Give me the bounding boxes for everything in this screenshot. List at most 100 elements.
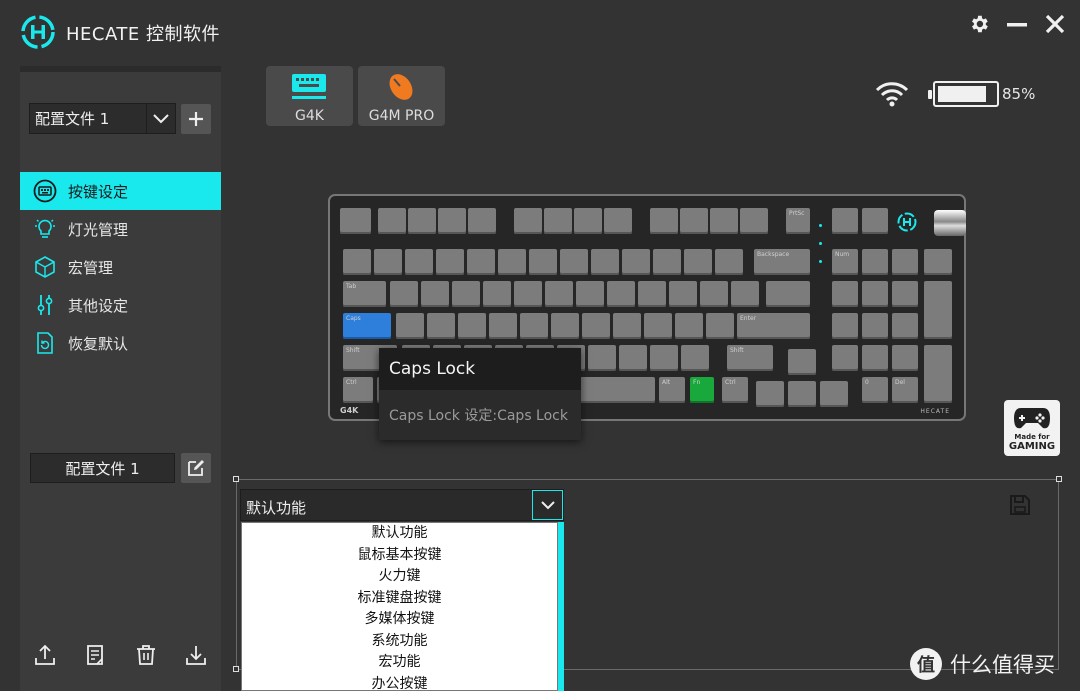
keyboard-key[interactable] [892, 281, 918, 307]
dropdown-option[interactable]: 火力键 [242, 566, 557, 588]
keyboard-key[interactable] [551, 313, 579, 339]
keyboard-key[interactable] [653, 249, 681, 275]
keyboard-key[interactable] [675, 313, 703, 339]
keyboard-key[interactable] [427, 313, 455, 339]
keyboard-key[interactable] [706, 313, 734, 339]
keyboard-key[interactable] [408, 208, 436, 234]
keyboard-key[interactable]: Backspace [754, 249, 810, 275]
keyboard-key[interactable] [832, 313, 858, 339]
minimize-button[interactable] [1004, 10, 1030, 38]
key-caps-lock[interactable]: Caps [343, 313, 391, 339]
keyboard-key[interactable] [862, 208, 888, 234]
download-button[interactable] [181, 640, 211, 670]
keyboard-key[interactable]: 0 [862, 377, 888, 403]
keyboard-key[interactable] [545, 281, 573, 307]
keyboard-key[interactable] [622, 249, 650, 275]
keyboard-key[interactable]: Ctrl [343, 377, 373, 403]
keyboard-key[interactable] [832, 281, 858, 307]
device-tab-g4k[interactable]: G4K [266, 66, 353, 126]
keyboard-key[interactable] [650, 345, 678, 371]
keyboard-key[interactable] [396, 313, 424, 339]
keyboard-key[interactable] [390, 281, 418, 307]
dropdown-scrollbar[interactable] [558, 522, 564, 691]
keyboard-key[interactable] [498, 249, 526, 275]
keyboard-key[interactable] [731, 281, 759, 307]
keyboard-key[interactable] [343, 249, 371, 275]
keyboard-key[interactable]: Shift [727, 345, 773, 371]
keyboard-key[interactable] [924, 281, 952, 339]
keyboard-key[interactable]: Del [892, 377, 918, 403]
key-fn[interactable]: Fn [690, 377, 714, 403]
keyboard-key[interactable] [340, 208, 371, 234]
dropdown-option[interactable]: 默认功能 [242, 523, 557, 545]
keyboard-key[interactable] [681, 345, 709, 371]
keyboard-key[interactable] [582, 313, 610, 339]
keyboard-key[interactable] [452, 281, 480, 307]
export-button[interactable] [30, 640, 60, 670]
keyboard-key[interactable] [604, 208, 632, 234]
keyboard-key[interactable] [715, 249, 743, 275]
keyboard-key[interactable]: Ctrl [722, 377, 748, 403]
keyboard-key[interactable] [669, 281, 697, 307]
dropdown-option[interactable]: 宏功能 [242, 652, 557, 674]
save-icon[interactable] [1008, 493, 1032, 517]
keyboard-key[interactable] [892, 313, 918, 339]
notes-button[interactable] [80, 640, 110, 670]
dropdown-option[interactable]: 标准键盘按键 [242, 588, 557, 610]
keyboard-key[interactable] [788, 381, 816, 407]
keyboard-key[interactable] [529, 249, 557, 275]
keyboard-key[interactable] [638, 281, 666, 307]
keyboard-key[interactable] [832, 208, 858, 234]
keyboard-key[interactable] [591, 249, 619, 275]
keyboard-key[interactable] [756, 381, 784, 407]
dropdown-option[interactable]: 多媒体按键 [242, 609, 557, 631]
device-tab-g4m-pro[interactable]: G4M PRO [358, 66, 445, 126]
keyboard-key[interactable] [468, 208, 496, 234]
keyboard-key[interactable] [613, 313, 641, 339]
keyboard-key[interactable] [544, 208, 572, 234]
keyboard-key[interactable] [467, 249, 495, 275]
keyboard-key[interactable] [924, 345, 952, 403]
keyboard-key[interactable] [862, 313, 888, 339]
keyboard-key[interactable] [378, 208, 406, 234]
sidebar-item-restore-default[interactable]: 恢复默认 [20, 324, 221, 362]
keyboard-key[interactable] [619, 345, 647, 371]
sidebar-item-other-settings[interactable]: 其他设定 [20, 286, 221, 324]
keyboard-key[interactable] [576, 281, 604, 307]
keyboard-key[interactable] [574, 208, 602, 234]
keyboard-key[interactable] [650, 208, 678, 234]
keyboard-key[interactable] [892, 249, 918, 275]
keyboard-key[interactable]: PrtSc [786, 208, 810, 234]
keyboard-key[interactable] [680, 208, 708, 234]
keyboard-key[interactable] [710, 208, 738, 234]
profile-select[interactable]: 配置文件 1 [29, 103, 176, 134]
keyboard-key[interactable]: Enter [737, 313, 810, 339]
keyboard-key[interactable] [514, 208, 542, 234]
function-type-select[interactable]: 默认功能 [240, 489, 564, 521]
keyboard-key[interactable] [700, 281, 728, 307]
close-button[interactable] [1042, 10, 1068, 38]
keyboard-key[interactable] [862, 249, 888, 275]
keyboard-key[interactable] [740, 208, 768, 234]
keyboard-key[interactable] [766, 281, 810, 307]
settings-button[interactable] [966, 10, 992, 38]
keyboard-key[interactable]: Alt [659, 377, 685, 403]
add-profile-button[interactable] [181, 104, 211, 134]
sidebar-item-key-settings[interactable]: 按键设定 [20, 172, 221, 210]
keyboard-key[interactable]: Num [832, 249, 858, 275]
keyboard-key[interactable] [421, 281, 449, 307]
chevron-down-icon[interactable] [146, 104, 175, 133]
keyboard-key[interactable] [436, 249, 464, 275]
keyboard-key[interactable] [458, 313, 486, 339]
keyboard-key[interactable] [588, 345, 616, 371]
keyboard-key[interactable] [405, 249, 433, 275]
keyboard-key[interactable] [684, 249, 712, 275]
keyboard-key[interactable] [832, 345, 858, 371]
keyboard-key[interactable] [892, 345, 918, 371]
rename-profile-button[interactable] [181, 453, 211, 483]
keyboard-key[interactable] [483, 281, 511, 307]
dropdown-option[interactable]: 鼠标基本按键 [242, 545, 557, 567]
profile-name-field[interactable]: 配置文件 1 [30, 453, 175, 483]
chevron-down-icon[interactable] [532, 490, 563, 520]
keyboard-key[interactable] [438, 208, 466, 234]
